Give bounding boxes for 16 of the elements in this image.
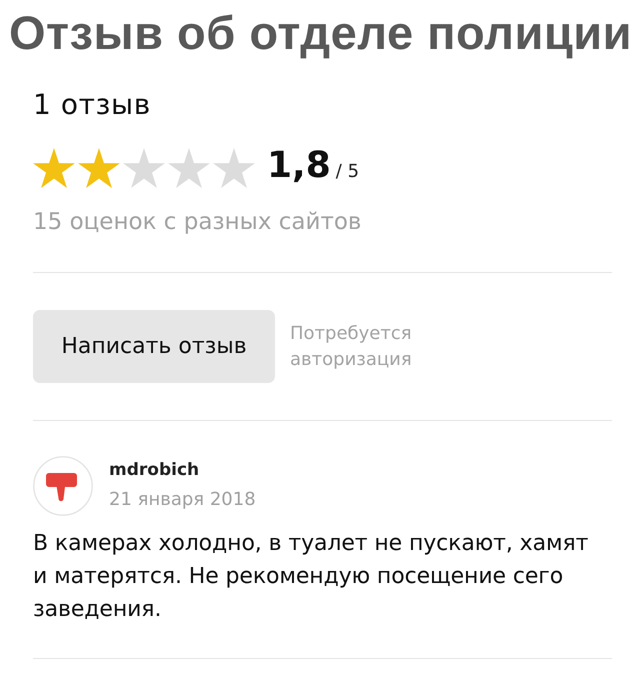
review-count: 1 отзыв	[33, 89, 151, 121]
review-text: В камерах холодно, в туалет не пускают, хамят и матерятся. Не рекомендую посещение сего заведения.	[33, 530, 590, 624]
authorization-note: Потребуется авторизация	[290, 322, 413, 372]
ratings-note: 15 оценок с разных сайтов	[33, 209, 362, 235]
average-rating: 1,8	[267, 146, 331, 186]
rating-scale: / 5	[336, 161, 360, 182]
page-title: Отзыв об отделе полиции	[9, 6, 632, 60]
thumbs-down-avatar-icon	[33, 456, 93, 516]
star-icon	[33, 148, 75, 188]
review-date: 21 января 2018	[109, 490, 256, 510]
star-icon	[213, 148, 255, 188]
star-icon	[123, 148, 165, 188]
star-icon	[168, 148, 210, 188]
review-author: mdrobich	[109, 460, 200, 480]
write-review-button[interactable]: Написать отзыв	[33, 310, 275, 383]
star-icon	[78, 148, 120, 188]
